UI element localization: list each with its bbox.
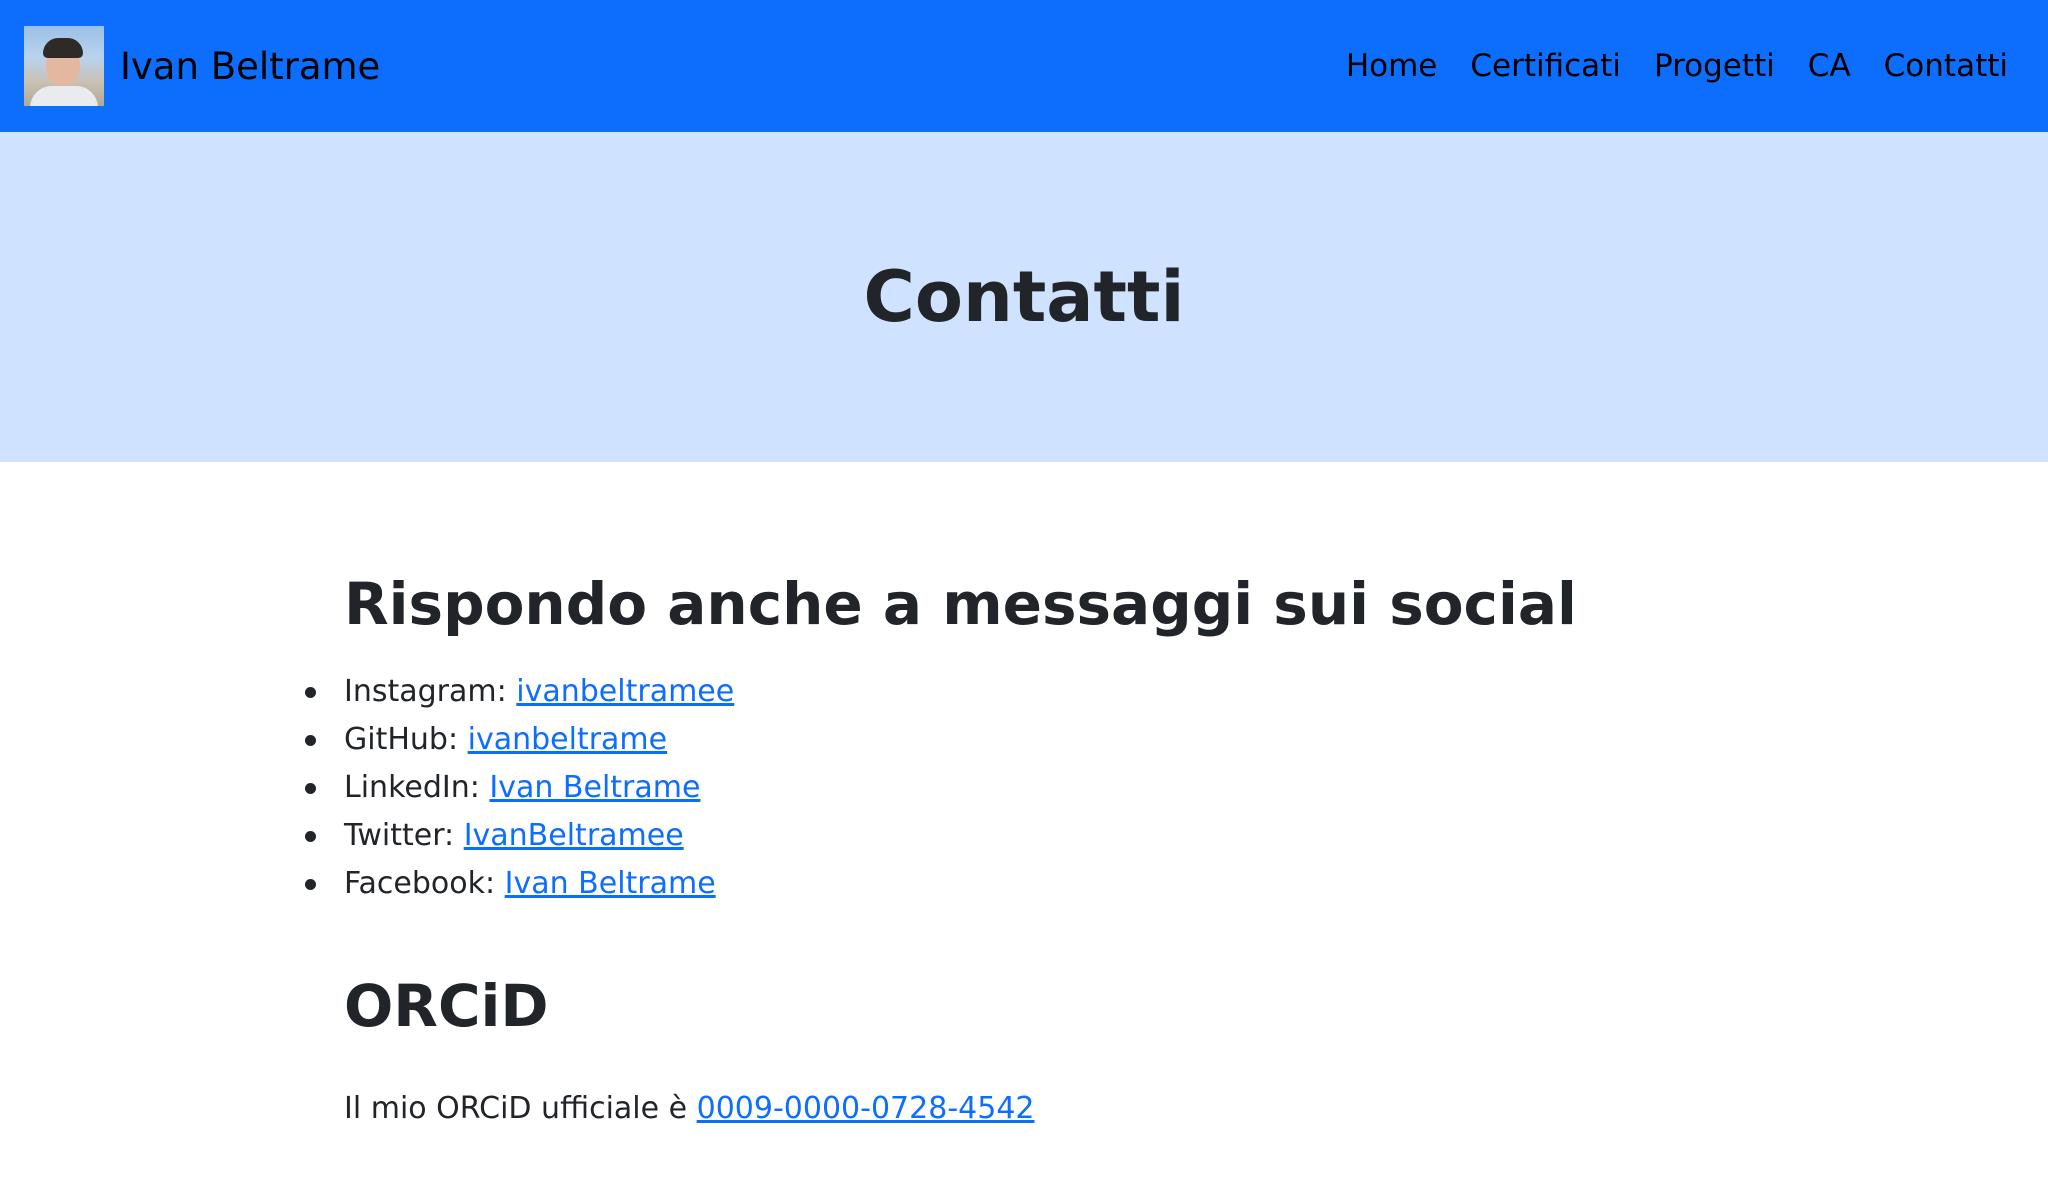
instagram-link[interactable]: ivanbeltramee <box>516 674 734 709</box>
orcid-heading: ORCiD <box>344 971 549 1040</box>
platform-label: Facebook: <box>344 865 496 901</box>
brand-name: Ivan Beltrame <box>120 44 381 88</box>
github-link[interactable]: ivanbeltrame <box>468 722 667 757</box>
hero-banner: Contatti <box>0 132 2048 462</box>
bullet-icon <box>305 830 316 842</box>
platform-label: LinkedIn: <box>344 769 480 805</box>
platform-label: Instagram: <box>344 673 507 709</box>
nav-item-progetti[interactable]: Progetti <box>1654 48 1775 84</box>
bullet-icon <box>305 734 316 746</box>
bullet-icon <box>305 782 316 794</box>
orcid-link[interactable]: 0009-0000-0728-4542 <box>697 1091 1035 1126</box>
bullet-icon <box>305 686 316 698</box>
nav-item-home[interactable]: Home <box>1346 48 1438 84</box>
page-title: Contatti <box>863 256 1185 338</box>
platform-label: Twitter: <box>344 817 455 853</box>
nav-item-certificati[interactable]: Certificati <box>1470 48 1621 84</box>
social-list: Instagram: ivanbeltramee GitHub: ivanbel… <box>305 668 1704 908</box>
list-item-linkedin: LinkedIn: Ivan Beltrame <box>305 764 1704 812</box>
list-item-twitter: Twitter: IvanBeltramee <box>305 812 1704 860</box>
profile-avatar <box>24 26 104 106</box>
nav-menu: Home Certificati Progetti CA Contatti <box>1346 0 2008 132</box>
list-item-github: GitHub: ivanbeltrame <box>305 716 1704 764</box>
orcid-text: Il mio ORCiD ufficiale è <box>344 1091 688 1127</box>
platform-label: GitHub: <box>344 721 459 757</box>
nav-item-ca[interactable]: CA <box>1808 48 1851 84</box>
navbar: Ivan Beltrame Home Certificati Progetti … <box>0 0 2048 132</box>
social-heading: Rispondo anche a messaggi sui social <box>344 570 1577 638</box>
list-item-facebook: Facebook: Ivan Beltrame <box>305 860 1704 908</box>
list-item-instagram: Instagram: ivanbeltramee <box>305 668 1704 716</box>
bullet-icon <box>305 878 316 890</box>
twitter-link[interactable]: IvanBeltramee <box>464 818 684 853</box>
linkedin-link[interactable]: Ivan Beltrame <box>489 770 700 805</box>
main-content: Rispondo anche a messaggi sui social Ins… <box>305 570 1704 1133</box>
facebook-link[interactable]: Ivan Beltrame <box>505 866 716 901</box>
nav-item-contatti[interactable]: Contatti <box>1884 48 2008 84</box>
orcid-paragraph: Il mio ORCiD ufficiale è 0009-0000-0728-… <box>344 1085 1704 1133</box>
brand-link[interactable]: Ivan Beltrame <box>24 26 380 106</box>
